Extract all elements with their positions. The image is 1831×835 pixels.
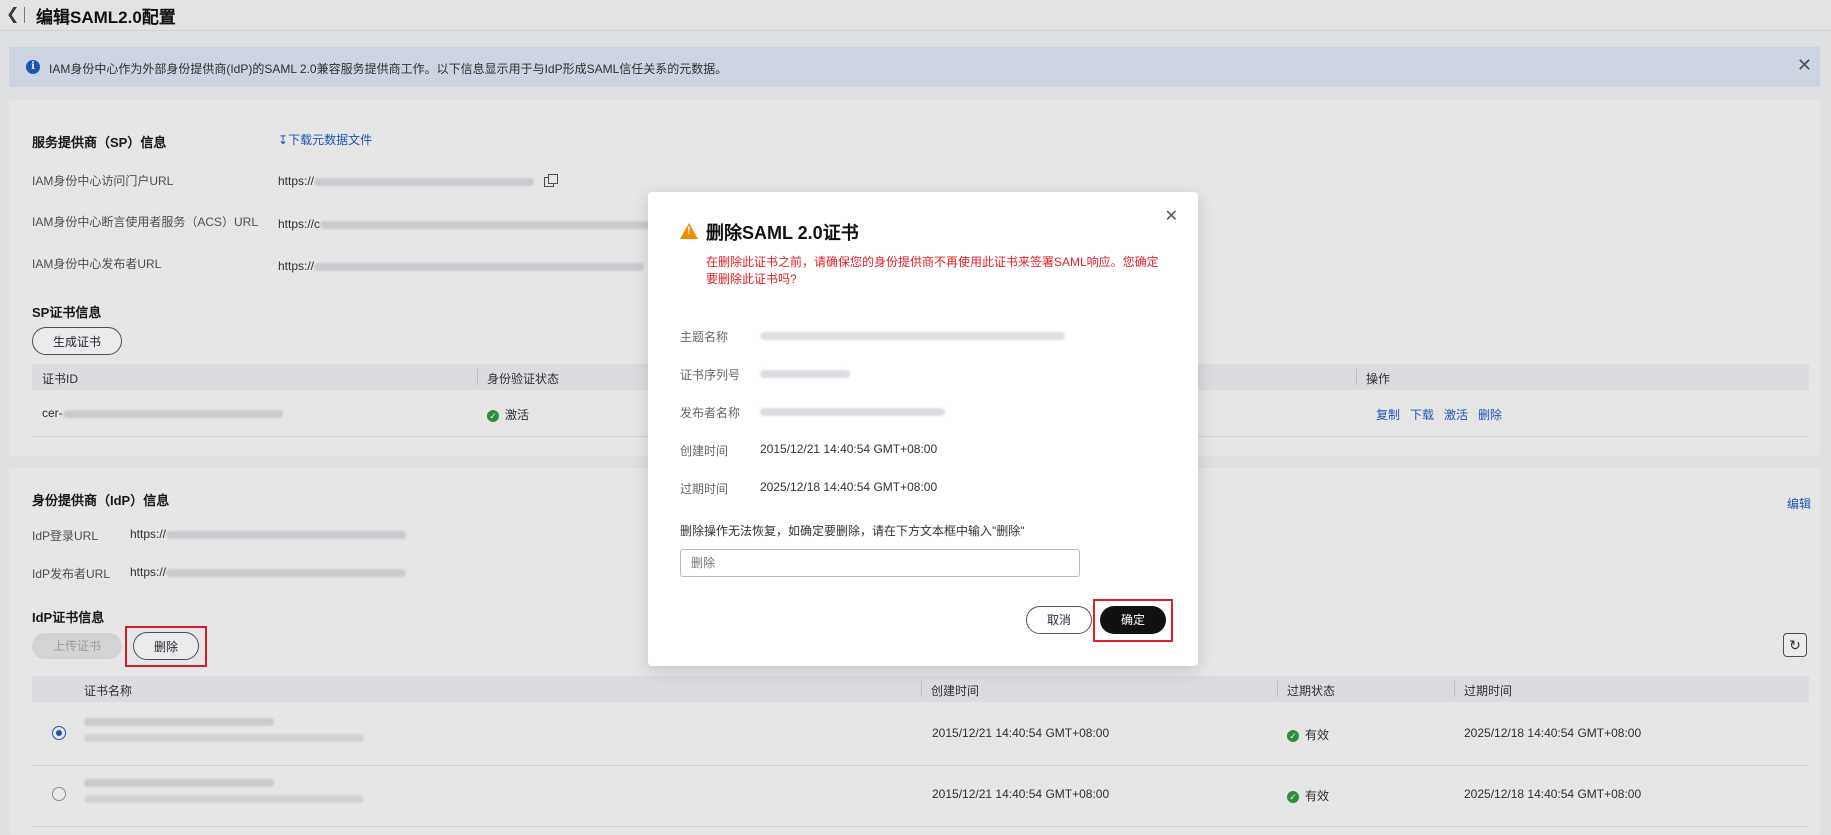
field-label: 过期时间 xyxy=(680,482,729,496)
highlight-box xyxy=(1093,599,1173,642)
field-label: 创建时间 xyxy=(680,444,729,458)
cancel-button[interactable]: 取消 xyxy=(1026,606,1092,634)
field-value xyxy=(760,366,850,380)
field-value xyxy=(760,404,945,418)
redacted-value xyxy=(760,331,1065,340)
field-value xyxy=(760,328,1065,342)
field-value: 2015/12/21 14:40:54 GMT+08:00 xyxy=(760,442,938,456)
delete-cert-dialog: ✕ ! 删除SAML 2.0证书 在删除此证书之前，请确保您的身份提供商不再使用… xyxy=(648,192,1198,666)
page: ❮ 编辑SAML2.0配置 i IAM身份中心作为外部身份提供商(IdP)的SA… xyxy=(0,0,1831,835)
warning-icon: ! xyxy=(680,223,698,239)
confirm-note: 删除操作无法恢复，如确定要删除，请在下方文本框中输入"删除" xyxy=(680,524,1025,538)
field-label: 发布者名称 xyxy=(680,406,741,420)
redacted-value xyxy=(760,407,945,416)
field-label: 证书序列号 xyxy=(680,368,741,382)
dialog-warning-text: 在删除此证书之前，请确保您的身份提供商不再使用此证书来签署SAML响应。您确定要… xyxy=(706,255,1159,286)
field-value: 2025/12/18 14:40:54 GMT+08:00 xyxy=(760,480,938,494)
close-icon[interactable]: ✕ xyxy=(1165,206,1178,226)
redacted-value xyxy=(760,369,850,378)
confirm-input[interactable] xyxy=(680,549,1080,577)
dialog-title: 删除SAML 2.0证书 xyxy=(706,223,859,243)
field-label: 主题名称 xyxy=(680,330,729,344)
